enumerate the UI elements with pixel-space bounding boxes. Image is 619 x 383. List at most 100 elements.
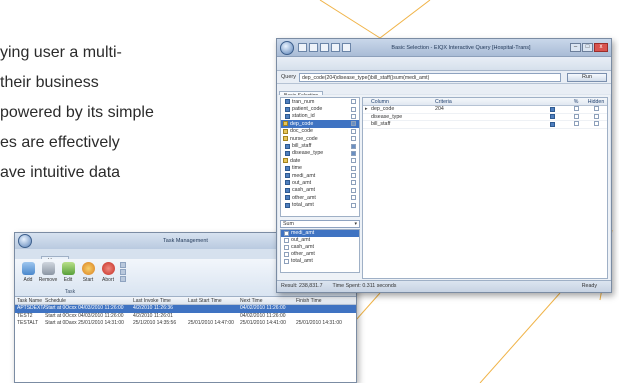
field-item[interactable]: disease_type xyxy=(281,150,359,157)
field-checkbox[interactable] xyxy=(351,113,356,119)
field-checkbox[interactable] xyxy=(351,143,356,149)
cell-criteria[interactable] xyxy=(431,114,537,121)
field-checkbox[interactable] xyxy=(351,202,356,208)
sort-icon[interactable] xyxy=(549,114,555,120)
column-header-schedule[interactable]: Schedule xyxy=(45,297,133,304)
field-checkbox[interactable] xyxy=(351,150,356,156)
field-item[interactable]: nurse_code xyxy=(281,135,359,142)
column-header-hidden[interactable]: Hidden xyxy=(585,98,607,105)
cell-hidden[interactable] xyxy=(585,106,607,113)
column-header-column[interactable]: Column xyxy=(363,98,431,105)
field-checkbox[interactable] xyxy=(351,173,356,179)
table-row[interactable]: ▸ dep_code 204 xyxy=(363,106,607,114)
table-row[interactable]: disease_type xyxy=(363,113,607,121)
cell-criteria[interactable] xyxy=(431,121,537,128)
aggregate-checkbox[interactable] xyxy=(284,231,289,236)
list-item[interactable]: other_amt xyxy=(281,251,359,258)
aggregate-checkbox[interactable] xyxy=(284,259,289,264)
field-checkbox[interactable] xyxy=(351,158,356,164)
list-item[interactable]: out_amt xyxy=(281,237,359,244)
cell-criteria[interactable]: 204 xyxy=(431,106,537,113)
save-icon[interactable] xyxy=(298,43,307,52)
table-row[interactable]: APTSDEXTASK Start at 0Ocxx 04/03/2010 11… xyxy=(15,305,356,313)
field-checkbox[interactable] xyxy=(351,136,356,142)
field-checkbox[interactable] xyxy=(351,99,356,105)
percent-checkbox[interactable] xyxy=(573,106,579,111)
field-item[interactable]: cash_amt xyxy=(281,187,359,194)
app-orb-icon[interactable] xyxy=(280,40,294,55)
remove-button[interactable]: Remove xyxy=(39,262,57,283)
list-item[interactable]: total_amt xyxy=(281,258,359,265)
aggregate-checkbox[interactable] xyxy=(284,238,289,243)
field-item[interactable]: medi_amt xyxy=(281,172,359,179)
aggregate-checkbox[interactable] xyxy=(284,252,289,257)
field-item[interactable]: total_amt xyxy=(281,201,359,208)
search-icon[interactable] xyxy=(120,276,126,282)
cell-last-start xyxy=(188,313,240,321)
table-row[interactable]: TEST2 Start at 0Ocxx 04/03/2010 11:26:00… xyxy=(15,313,356,321)
open-icon[interactable] xyxy=(309,43,318,52)
table-row[interactable]: TESTALT Start at 0Daxx 25/01/2010 14:31:… xyxy=(15,320,356,328)
add-button[interactable]: Add xyxy=(19,262,37,283)
cell-percent[interactable] xyxy=(567,121,585,128)
cell-column-text: bill_staff xyxy=(371,121,391,127)
redo-icon[interactable] xyxy=(331,43,340,52)
field-checkbox[interactable] xyxy=(351,180,356,186)
column-header-last-invoke[interactable]: Last Invoke Time xyxy=(133,297,188,304)
column-header-last-start[interactable]: Last Start Time xyxy=(188,297,240,304)
sort-icon[interactable] xyxy=(549,106,555,112)
field-item[interactable]: doc_code xyxy=(281,128,359,135)
main-window-title: Basic Selection - EIQX Interactive Query… xyxy=(391,44,531,51)
percent-checkbox[interactable] xyxy=(573,113,579,119)
close-button[interactable]: x xyxy=(594,43,608,52)
aggregate-select[interactable]: Sum xyxy=(280,220,360,228)
aggregate-checkbox[interactable] xyxy=(284,245,289,250)
hidden-checkbox[interactable] xyxy=(593,106,599,111)
field-checkbox[interactable] xyxy=(351,106,356,112)
field-item[interactable]: station_id xyxy=(281,113,359,120)
column-header-finish-time[interactable]: Finish Time xyxy=(296,297,356,304)
cell-percent[interactable] xyxy=(567,106,585,113)
hidden-checkbox[interactable] xyxy=(593,121,599,126)
field-checkbox[interactable] xyxy=(351,195,356,201)
list-item[interactable]: cash_amt xyxy=(281,244,359,251)
list-item[interactable]: medi_amt xyxy=(281,230,359,237)
field-item[interactable]: tran_num xyxy=(281,98,359,105)
edit-button[interactable]: Edit xyxy=(59,262,77,283)
field-item[interactable]: time xyxy=(281,165,359,172)
column-header-task-name[interactable]: Task Name ▲ xyxy=(15,297,45,304)
refresh-icon[interactable] xyxy=(120,262,126,268)
field-item[interactable]: patient_code xyxy=(281,105,359,112)
run-button[interactable]: Run xyxy=(567,72,607,82)
promo-line: es are effectively xyxy=(0,134,120,151)
abort-button[interactable]: Abort xyxy=(99,262,117,283)
sort-icon[interactable] xyxy=(549,121,555,127)
cell-hidden[interactable] xyxy=(585,113,607,121)
query-input[interactable]: dep_code(204)disease_type()bill_staff()s… xyxy=(298,72,561,82)
field-item[interactable]: other_amt xyxy=(281,194,359,201)
field-checkbox[interactable] xyxy=(351,121,356,127)
field-item[interactable]: date xyxy=(281,157,359,164)
column-header-percent[interactable]: % xyxy=(567,98,585,105)
chart-icon[interactable] xyxy=(342,43,351,52)
undo-icon[interactable] xyxy=(320,43,329,52)
field-checkbox[interactable] xyxy=(351,165,356,171)
column-header-criteria[interactable]: Criteria xyxy=(431,98,537,105)
column-header-next-time[interactable]: Next Time xyxy=(240,297,296,304)
properties-icon[interactable] xyxy=(120,269,126,275)
field-item[interactable]: dep_code xyxy=(281,120,359,128)
hidden-checkbox[interactable] xyxy=(593,113,599,119)
minimize-button[interactable]: – xyxy=(570,43,581,52)
cell-percent[interactable] xyxy=(567,113,585,121)
field-checkbox[interactable] xyxy=(351,128,356,134)
field-checkbox[interactable] xyxy=(351,187,356,193)
cell-last-start xyxy=(188,305,240,313)
cell-hidden[interactable] xyxy=(585,121,607,128)
field-item[interactable]: bill_staff xyxy=(281,142,359,149)
field-item[interactable]: out_amt xyxy=(281,179,359,186)
table-row[interactable]: bill_staff xyxy=(363,121,607,129)
cell-schedule: Start at 0Ocxx 04/03/2010 11:26:00 xyxy=(45,305,124,311)
maximize-button[interactable]: □ xyxy=(582,43,593,52)
percent-checkbox[interactable] xyxy=(573,121,579,126)
start-button[interactable]: Start xyxy=(79,262,97,283)
